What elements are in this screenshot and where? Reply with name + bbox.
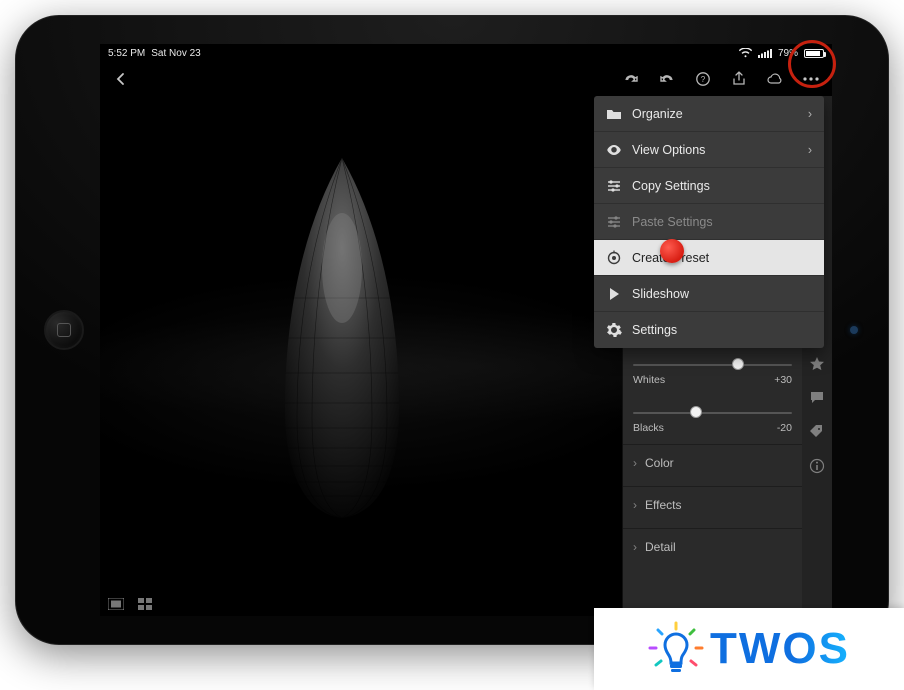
menu-label: View Options — [632, 143, 705, 157]
section-label: Effects — [645, 498, 681, 512]
front-camera — [850, 326, 858, 334]
home-button[interactable] — [44, 310, 84, 350]
undo-icon[interactable] — [656, 68, 678, 90]
app-top-bar: ? — [100, 62, 832, 96]
bottom-left-icons — [108, 598, 152, 610]
section-detail[interactable]: › Detail — [623, 528, 802, 564]
photo-subject — [267, 158, 417, 518]
folder-icon — [606, 106, 622, 122]
chevron-right-icon: › — [808, 143, 812, 157]
grid-icon[interactable] — [138, 598, 152, 610]
menu-label: Paste Settings — [632, 215, 713, 229]
chevron-right-icon: › — [633, 498, 637, 512]
menu-slideshow[interactable]: Slideshow — [594, 276, 824, 312]
info-icon[interactable] — [809, 458, 825, 474]
menu-paste-settings: Paste Settings — [594, 204, 824, 240]
menu-organize[interactable]: Organize › — [594, 96, 824, 132]
menu-label: Organize — [632, 107, 683, 121]
copy-sliders-icon — [606, 178, 622, 194]
section-label: Color — [645, 456, 674, 470]
twos-text: TWOS — [710, 624, 850, 674]
filmstrip-icon[interactable] — [108, 598, 124, 610]
back-button[interactable] — [110, 68, 132, 90]
battery-icon — [804, 49, 824, 58]
help-icon[interactable]: ? — [692, 68, 714, 90]
chevron-right-icon: › — [633, 540, 637, 554]
preset-icon — [606, 250, 622, 266]
annotation-red-dot — [660, 239, 684, 263]
menu-copy-settings[interactable]: Copy Settings — [594, 168, 824, 204]
chevron-right-icon: › — [633, 456, 637, 470]
paste-sliders-icon — [606, 214, 622, 230]
wifi-icon — [739, 48, 752, 58]
ipad-device-frame: 5:52 PM Sat Nov 23 79% — [15, 15, 889, 645]
lightbulb-icon — [648, 621, 704, 677]
content-area: 0 Whites +30 Blacks -20 › Color — [100, 96, 832, 616]
status-time: 5:52 PM — [108, 48, 145, 59]
tag-icon[interactable] — [809, 424, 825, 440]
redo-icon[interactable] — [620, 68, 642, 90]
slider-value: +30 — [774, 374, 792, 386]
menu-label: Slideshow — [632, 287, 689, 301]
twos-watermark: TWOS — [594, 608, 904, 690]
comment-icon[interactable] — [809, 390, 825, 406]
cell-signal-icon — [758, 49, 772, 58]
slider-whites[interactable]: Whites +30 — [633, 360, 792, 390]
status-bar: 5:52 PM Sat Nov 23 79% — [100, 44, 832, 62]
section-color[interactable]: › Color — [623, 444, 802, 480]
chevron-right-icon: › — [808, 107, 812, 121]
menu-view-options[interactable]: View Options › — [594, 132, 824, 168]
battery-percentage: 79% — [778, 48, 798, 59]
menu-label: Copy Settings — [632, 179, 710, 193]
menu-create-preset[interactable]: Create Preset — [594, 240, 824, 276]
share-icon[interactable] — [728, 68, 750, 90]
star-icon[interactable] — [809, 356, 825, 372]
slider-label: Whites — [633, 374, 665, 386]
slider-label: Blacks — [633, 422, 664, 434]
svg-text:?: ? — [701, 75, 706, 84]
cloud-sync-icon[interactable] — [764, 68, 786, 90]
status-date: Sat Nov 23 — [151, 48, 200, 59]
menu-label: Settings — [632, 323, 677, 337]
slider-value: -20 — [777, 422, 792, 434]
slider-blacks[interactable]: Blacks -20 — [633, 408, 792, 438]
more-menu-button[interactable] — [800, 68, 822, 90]
section-effects[interactable]: › Effects — [623, 486, 802, 522]
eye-icon — [606, 142, 622, 158]
section-label: Detail — [645, 540, 676, 554]
screen: 5:52 PM Sat Nov 23 79% — [100, 44, 832, 616]
gear-icon — [606, 322, 622, 338]
more-menu-popover: Organize › View Options › Copy Settings — [594, 96, 824, 348]
play-icon — [606, 286, 622, 302]
menu-settings[interactable]: Settings — [594, 312, 824, 348]
